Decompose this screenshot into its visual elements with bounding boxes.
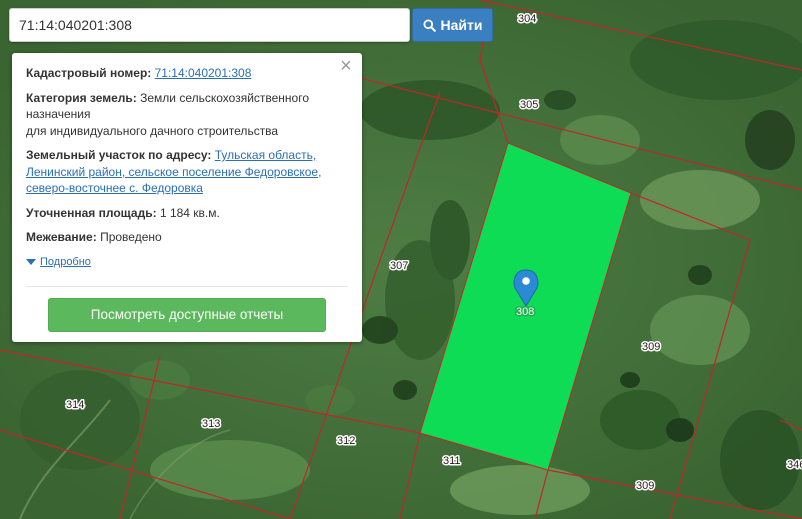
area-row: Уточненная площадь: 1 184 кв.м. — [26, 205, 348, 222]
cadastral-label: Кадастровый номер: — [26, 66, 152, 80]
parcel-label-305[interactable]: 305 — [519, 98, 540, 113]
parcel-label-309-lower[interactable]: 309 — [635, 479, 656, 494]
parcel-label-311[interactable]: 311 — [442, 454, 463, 469]
parcel-label-307[interactable]: 307 — [389, 259, 410, 274]
survey-value: Проведено — [100, 230, 162, 244]
search-input[interactable] — [10, 9, 409, 41]
search-field[interactable] — [9, 8, 410, 42]
search-button[interactable]: Найти — [412, 8, 493, 42]
area-value: 1 184 кв.м. — [159, 205, 220, 220]
parcel-label-312[interactable]: 312 — [336, 434, 357, 449]
cadastral-number-link[interactable]: 71:14:040201:308 — [155, 66, 252, 80]
category-label: Категория земель: — [26, 90, 137, 105]
parcel-info-card: × Кадастровый номер: 71:14:040201:308 Ка… — [12, 53, 362, 342]
search-icon — [423, 18, 436, 32]
caret-down-icon — [26, 258, 36, 265]
address-link-line1[interactable]: Тульская область, — [215, 148, 316, 162]
address-row: Земельный участок по адресу: Тульская об… — [26, 147, 348, 197]
parcel-label-346[interactable]: 346 — [786, 458, 802, 473]
search-button-label: Найти — [440, 17, 483, 33]
details-link[interactable]: Подробно — [40, 254, 91, 271]
address-link-line2[interactable]: Ленинский район, сельское поселение Федо… — [26, 165, 321, 179]
category-value-line2: назначения — [26, 107, 91, 121]
address-link-line3[interactable]: северо-восточнее с. Федоровка — [26, 181, 203, 195]
cadastral-row: Кадастровый номер: 71:14:040201:308 — [26, 65, 348, 82]
card-divider — [26, 286, 348, 287]
close-icon[interactable]: × — [338, 56, 354, 76]
parcel-label-304[interactable]: 304 — [517, 12, 538, 27]
area-label: Уточненная площадь: — [26, 205, 157, 220]
category-row: Категория земель: Земли сельскохозяйстве… — [26, 90, 348, 140]
details-toggle[interactable]: Подробно — [26, 254, 348, 271]
view-reports-button[interactable]: Посмотреть доступные отчеты — [48, 298, 326, 332]
category-value-line3: для индивидуального дачного строительств… — [26, 123, 279, 138]
address-label: Земельный участок по адресу: — [26, 148, 212, 162]
parcel-label-309[interactable]: 309 — [641, 340, 662, 355]
parcel-label-308[interactable]: 308 — [515, 305, 536, 320]
survey-label: Межевание: — [26, 230, 97, 244]
parcel-label-313[interactable]: 313 — [201, 417, 222, 432]
survey-row: Межевание: Проведено — [26, 229, 348, 246]
category-value-line1: Земли сельскохозяйственного — [140, 90, 310, 105]
parcel-label-314[interactable]: 314 — [65, 398, 86, 413]
